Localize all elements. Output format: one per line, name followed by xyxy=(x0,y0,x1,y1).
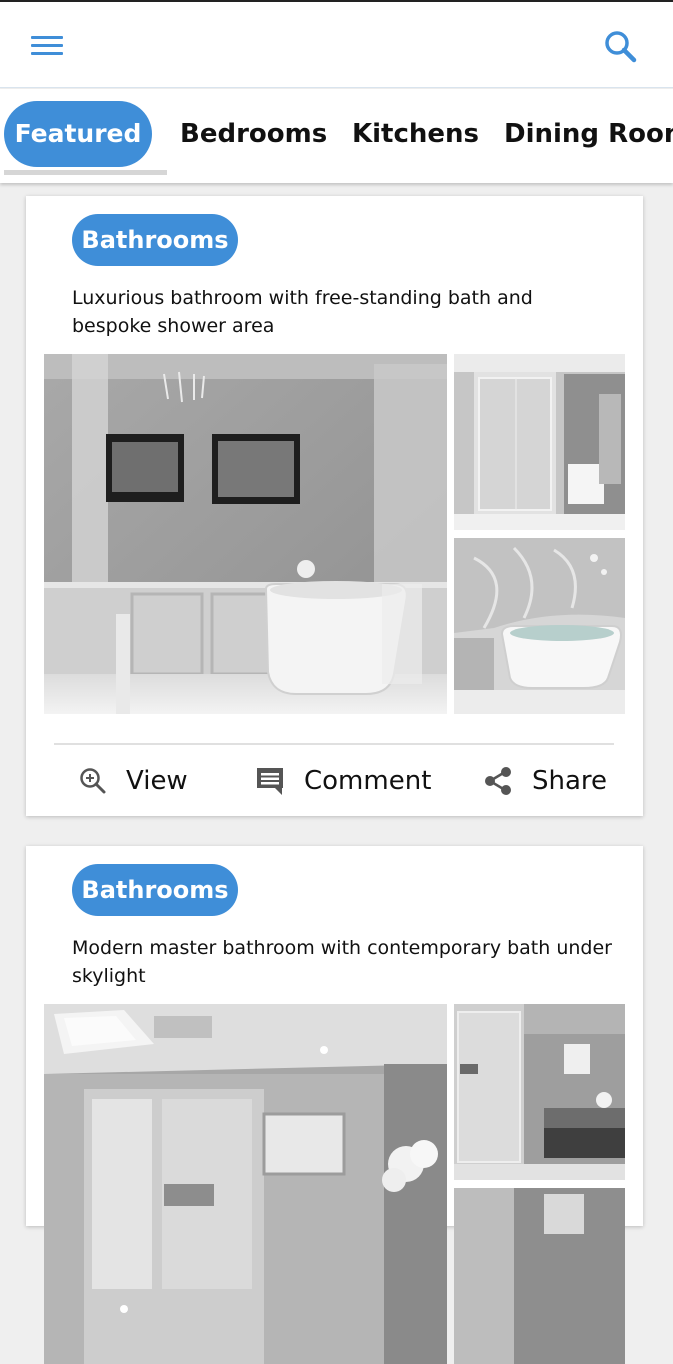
search-icon[interactable] xyxy=(598,26,644,68)
glass-shower-photo[interactable] xyxy=(454,1004,625,1180)
shower-photo[interactable] xyxy=(454,354,625,530)
comment-button[interactable]: Comment xyxy=(254,756,431,806)
vanity-photo[interactable] xyxy=(454,1188,625,1364)
hamburger-menu-icon[interactable] xyxy=(26,26,68,66)
tab-dining-rooms[interactable]: Dining Rooms xyxy=(504,101,673,167)
category-chip[interactable]: Bathrooms xyxy=(72,864,238,916)
tab-featured[interactable]: Featured xyxy=(4,101,152,167)
comment-label: Comment xyxy=(304,766,432,796)
zoom-in-icon xyxy=(80,768,106,794)
category-tabs: Featured Bedrooms Kitchens Dining Rooms xyxy=(0,89,673,183)
design-card: Bathrooms Luxurious bathroom with free-s… xyxy=(26,196,643,816)
card-description: Modern master bathroom with contemporary… xyxy=(72,937,612,987)
share-icon xyxy=(485,767,511,795)
view-label: View xyxy=(126,766,188,796)
share-label: Share xyxy=(532,766,608,796)
share-button[interactable]: Share xyxy=(482,756,607,806)
skylight-bathroom-photo[interactable] xyxy=(44,1004,447,1364)
view-button[interactable]: View xyxy=(78,756,188,806)
bathroom-main-photo[interactable] xyxy=(44,354,447,714)
active-tab-indicator xyxy=(4,170,167,175)
tab-kitchens[interactable]: Kitchens xyxy=(352,101,479,167)
card-divider xyxy=(54,743,614,745)
freestanding-bath-photo[interactable] xyxy=(454,538,625,714)
comment-icon xyxy=(257,768,283,795)
design-card: Bathrooms Modern master bathroom with co… xyxy=(26,846,643,1364)
card-description: Luxurious bathroom with free-standing ba… xyxy=(72,287,533,337)
app-bar xyxy=(0,2,673,88)
tab-bedrooms[interactable]: Bedrooms xyxy=(180,101,327,167)
category-chip[interactable]: Bathrooms xyxy=(72,214,238,266)
